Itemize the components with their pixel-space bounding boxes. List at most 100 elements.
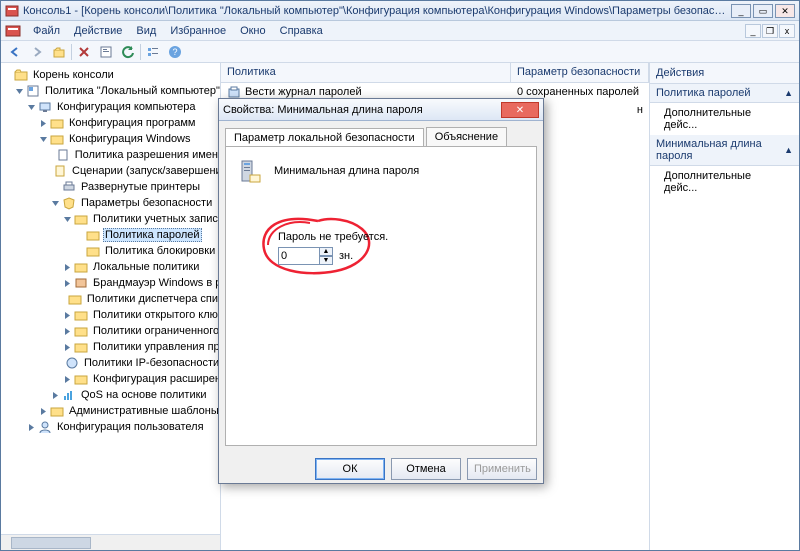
folder-icon <box>68 292 82 306</box>
no-password-required-label: Пароль не требуется. <box>278 231 388 243</box>
expander-closed-icon[interactable] <box>63 375 72 384</box>
actions-more-2[interactable]: Дополнительные дейс... <box>650 166 799 198</box>
expander-closed-icon[interactable] <box>63 279 72 288</box>
tree-nameres[interactable]: Политика разрешения имен <box>73 149 220 161</box>
menu-view[interactable]: Вид <box>130 23 162 39</box>
row2-val: н <box>637 104 643 116</box>
tree-netlist[interactable]: Политики диспетчера спи <box>85 293 220 305</box>
tree-acctpol[interactable]: Политики учетных записей <box>91 213 220 225</box>
help-button[interactable]: ? <box>165 42 185 62</box>
expander-closed-icon[interactable] <box>63 343 72 352</box>
dialog-titlebar[interactable]: Свойства: Минимальная длина пароля ✕ <box>219 99 543 121</box>
cancel-button[interactable]: Отмена <box>391 458 461 480</box>
tree-usercfg[interactable]: Конфигурация пользователя <box>55 421 206 433</box>
folder-icon <box>74 212 88 226</box>
col-policy[interactable]: Политика <box>221 63 511 82</box>
apply-button[interactable]: Применить <box>467 458 537 480</box>
mdi-restore[interactable]: ❐ <box>762 24 778 38</box>
expander-closed-icon[interactable] <box>63 263 72 272</box>
tree-printers[interactable]: Развернутые принтеры <box>79 181 202 193</box>
tree-localpol[interactable]: Локальные политики <box>91 261 201 273</box>
caret-up-icon: ▲ <box>784 145 793 155</box>
tree-secparams[interactable]: Параметры безопасности <box>79 197 214 209</box>
expander-icon[interactable] <box>3 71 12 80</box>
expander-closed-icon[interactable] <box>39 119 48 128</box>
mdi-close[interactable]: x <box>779 24 795 38</box>
tree-firewall[interactable]: Брандмауэр Windows в ре <box>91 277 220 289</box>
policy-icon <box>26 84 40 98</box>
tree-compcfg[interactable]: Конфигурация компьютера <box>55 101 197 113</box>
tree-lockpol[interactable]: Политика блокировки <box>103 245 217 257</box>
tree-scripts[interactable]: Сценарии (запуск/завершени <box>70 165 220 177</box>
menu-favorites[interactable]: Избранное <box>164 23 232 39</box>
dialog-title: Свойства: Минимальная длина пароля <box>223 104 501 116</box>
tree-qos[interactable]: QoS на основе политики <box>79 389 209 401</box>
expander-open-icon[interactable] <box>63 215 72 224</box>
expander-closed-icon[interactable] <box>63 327 72 336</box>
dialog-tab-local[interactable]: Параметр локальной безопасности <box>225 128 424 147</box>
dialog-close-button[interactable]: ✕ <box>501 102 539 118</box>
properties-button[interactable] <box>96 42 116 62</box>
delete-button[interactable] <box>74 42 94 62</box>
tree-policy[interactable]: Политика "Локальный компьютер" <box>43 85 220 97</box>
tree-admintpl[interactable]: Административные шаблоны <box>67 405 220 417</box>
tree-pwdpol-selected[interactable]: Политика паролей <box>103 228 202 242</box>
menu-action[interactable]: Действие <box>68 23 128 39</box>
up-button[interactable] <box>49 42 69 62</box>
spin-down-button[interactable]: ▼ <box>319 256 333 265</box>
folder-icon <box>50 132 64 146</box>
dialog-tab-explain[interactable]: Объяснение <box>426 127 507 146</box>
window-title: Консоль1 - [Корень консоли\Политика "Лок… <box>23 5 731 17</box>
tree-wincfg[interactable]: Конфигурация Windows <box>67 133 193 145</box>
mdi-minimize[interactable]: _ <box>745 24 761 38</box>
expander-open-icon[interactable] <box>27 103 36 112</box>
actions-group-pwd[interactable]: Политика паролей▲ <box>650 84 799 103</box>
expander-open-icon[interactable] <box>15 87 24 96</box>
dialog-body: Минимальная длина пароля Пароль не требу… <box>225 146 537 446</box>
min-length-input[interactable] <box>278 247 320 265</box>
tree-appctrl[interactable]: Политики управления при <box>91 341 220 353</box>
expander-closed-icon[interactable] <box>27 423 36 432</box>
svg-text:?: ? <box>172 47 177 57</box>
menu-window[interactable]: Окно <box>234 23 272 39</box>
actions-group-minlen[interactable]: Минимальная длина пароля▲ <box>650 135 799 166</box>
spin-up-button[interactable]: ▲ <box>319 247 333 256</box>
menu-file[interactable]: Файл <box>27 23 66 39</box>
col-param[interactable]: Параметр безопасности <box>511 63 649 82</box>
dialog-tabs: Параметр локальной безопасности Объяснен… <box>225 127 537 146</box>
expander-closed-icon[interactable] <box>63 311 72 320</box>
scrollbar-thumb[interactable] <box>11 537 91 549</box>
folder-icon <box>74 340 88 354</box>
folder-icon <box>74 260 88 274</box>
expander-closed-icon[interactable] <box>51 391 60 400</box>
minimize-button[interactable]: _ <box>731 4 751 18</box>
back-button[interactable] <box>5 42 25 62</box>
row1-name: Вести журнал паролей <box>245 86 362 98</box>
tree-softcfg[interactable]: Конфигурация программ <box>67 117 197 129</box>
tree-restrict[interactable]: Политики ограниченного <box>91 325 220 337</box>
refresh-button[interactable] <box>118 42 138 62</box>
tree-ipsec[interactable]: Политики IP-безопасности <box>82 357 220 369</box>
actions-more-1[interactable]: Дополнительные дейс... <box>650 103 799 135</box>
properties-dialog: Свойства: Минимальная длина пароля ✕ Пар… <box>218 98 544 484</box>
folder-icon <box>86 228 100 242</box>
tree-root[interactable]: Корень консоли <box>31 69 116 81</box>
app-icon <box>5 4 19 18</box>
forward-button[interactable] <box>27 42 47 62</box>
ok-button[interactable]: ОК <box>315 458 385 480</box>
expander-open-icon[interactable] <box>39 135 48 144</box>
tree-extcfg[interactable]: Конфигурация расширенн <box>91 373 220 385</box>
expander-closed-icon[interactable] <box>39 407 48 416</box>
folder-icon <box>86 244 100 258</box>
tree-pubkey[interactable]: Политики открытого клю <box>91 309 220 321</box>
tree-hscrollbar[interactable] <box>1 534 220 550</box>
expander-open-icon[interactable] <box>51 199 60 208</box>
maximize-button[interactable]: ▭ <box>753 4 773 18</box>
mdi-window-controls: _ ❐ x <box>745 24 795 38</box>
close-button[interactable]: ✕ <box>775 4 795 18</box>
list-view-button[interactable] <box>143 42 163 62</box>
firewall-icon <box>74 276 88 290</box>
shield-icon <box>62 196 76 210</box>
titlebar: Консоль1 - [Корень консоли\Политика "Лок… <box>1 1 799 21</box>
menu-help[interactable]: Справка <box>274 23 329 39</box>
